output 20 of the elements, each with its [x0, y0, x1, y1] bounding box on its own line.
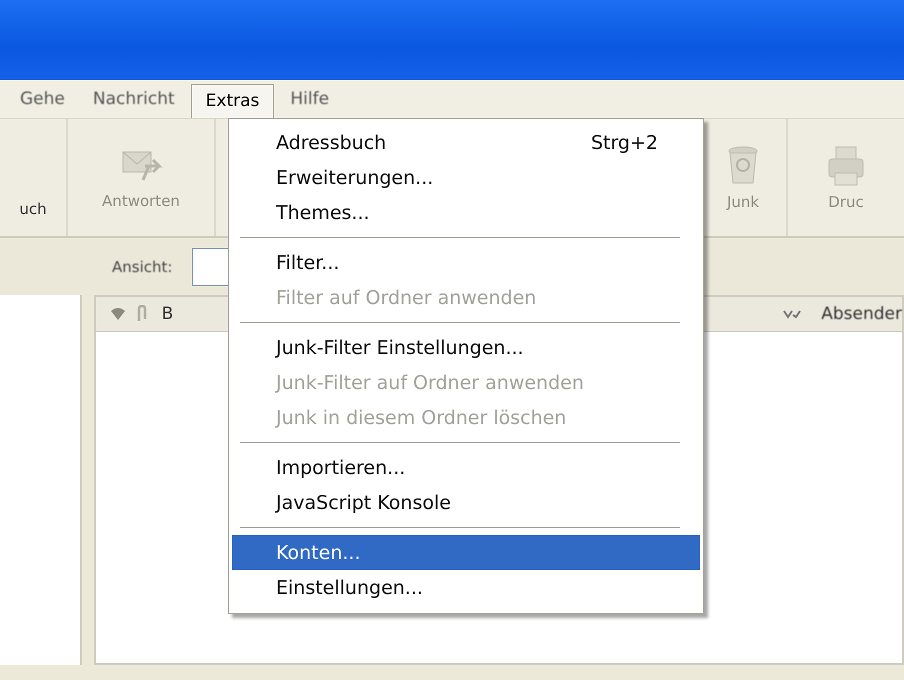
menu-item[interactable]: Nachricht [80, 83, 187, 115]
menu-item[interactable]: JavaScript Konsole [232, 485, 700, 520]
menu-item[interactable]: Extras [190, 84, 274, 118]
column-header[interactable]: B [162, 304, 174, 324]
menu-item[interactable]: Importieren... [232, 450, 700, 485]
printer-icon [826, 144, 866, 186]
menu-item[interactable]: Konten... [232, 535, 700, 570]
menu-item[interactable]: Einstellungen... [232, 570, 700, 605]
shortcut-label: Strg+2 [590, 132, 659, 154]
menu-item[interactable]: Filter... [232, 245, 700, 280]
read-status-icon[interactable] [783, 309, 802, 319]
menu-item[interactable]: Gehe [8, 83, 77, 115]
menu-item[interactable]: Adressbuch Strg+2 [232, 125, 700, 160]
toolbar-button[interactable]: uch [0, 119, 68, 236]
menu-item[interactable]: Themes... [232, 195, 700, 230]
view-label: Ansicht: [112, 258, 172, 276]
trash-can-icon [726, 144, 760, 186]
menu-item[interactable]: Erweiterungen... [232, 160, 700, 195]
menu-item[interactable]: Junk-Filter Einstellungen... [232, 330, 700, 365]
column-header[interactable]: Absender [821, 304, 902, 324]
